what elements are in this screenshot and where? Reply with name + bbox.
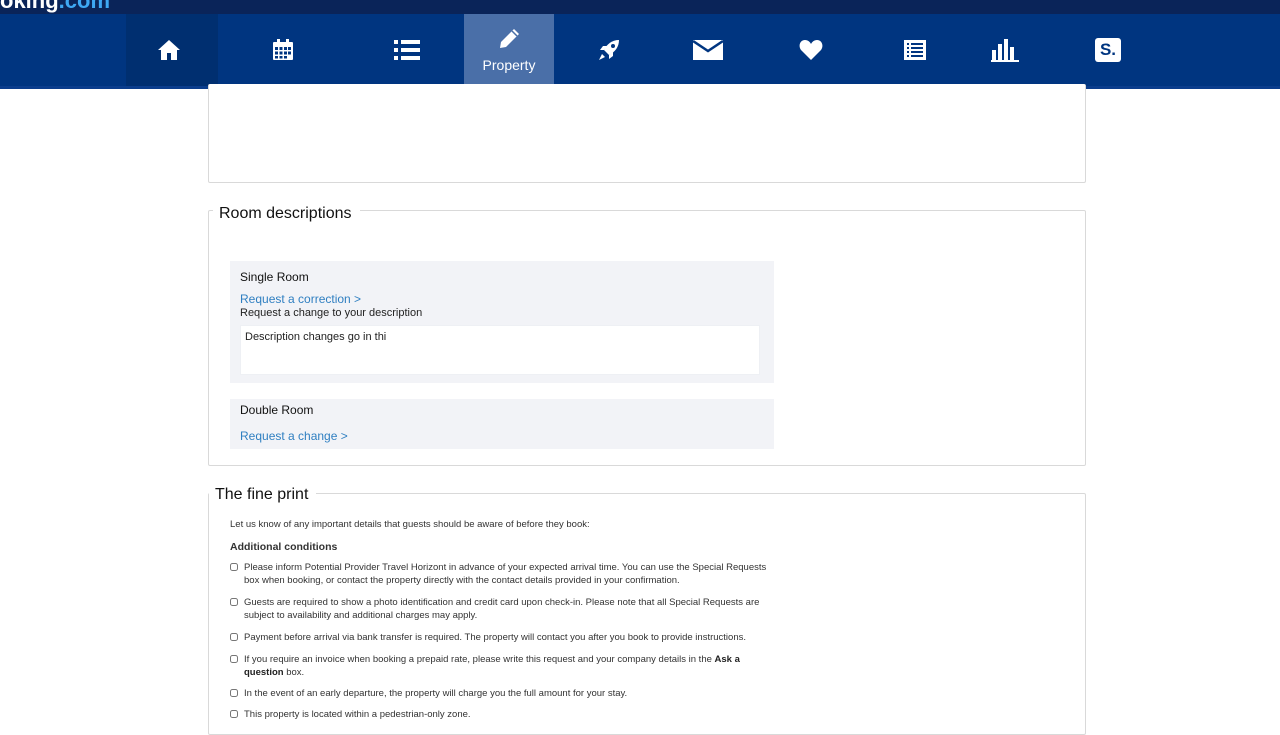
nav-item-list[interactable] — [362, 14, 452, 86]
condition-text: Payment before arrival via bank transfer… — [244, 632, 746, 643]
nav-item-analytics[interactable] — [960, 14, 1050, 86]
logo-text: oking — [0, 0, 59, 13]
condition-item: This property is located within a pedest… — [230, 708, 778, 721]
description-change-textarea[interactable] — [240, 325, 760, 375]
rocket-icon — [597, 38, 621, 62]
condition-item: Guests are required to show a photo iden… — [230, 596, 778, 622]
nav-label-property: Property — [482, 57, 536, 73]
condition-checkbox[interactable] — [230, 563, 238, 571]
condition-text: This property is located within a pedest… — [244, 709, 471, 720]
condition-checkbox[interactable] — [230, 689, 238, 697]
condition-text: In the event of an early departure, the … — [244, 688, 628, 699]
condition-item: Please inform Potential Provider Travel … — [230, 561, 778, 587]
brand-logo[interactable]: oking.com — [0, 0, 110, 14]
nav-item-property[interactable]: Property — [464, 14, 554, 86]
room-name: Double Room — [240, 403, 314, 417]
condition-item: In the event of an early departure, the … — [230, 687, 778, 700]
additional-conditions-heading: Additional conditions — [230, 541, 338, 553]
nav-item-reviews[interactable] — [766, 14, 856, 86]
condition-checkbox[interactable] — [230, 655, 238, 663]
room-descriptions-title: Room descriptions — [213, 205, 360, 223]
fine-print-title: The fine print — [209, 486, 317, 504]
room-card-double: Double Room Request a change > — [230, 399, 774, 449]
fine-print-intro: Let us know of any important details tha… — [230, 519, 590, 530]
nav-item-s-app[interactable]: S. — [1063, 14, 1153, 86]
s-badge-icon: S. — [1095, 38, 1121, 62]
condition-text: Guests are required to show a photo iden… — [244, 597, 760, 621]
condition-item: Payment before arrival via bank transfer… — [230, 631, 778, 644]
home-icon — [157, 39, 181, 61]
nav-item-home[interactable] — [124, 14, 214, 86]
calendar-icon — [272, 39, 294, 61]
nav-item-inbox[interactable] — [663, 14, 753, 86]
envelope-icon — [693, 40, 723, 60]
condition-checkbox[interactable] — [230, 710, 238, 718]
condition-text-part: If you require an invoice when booking a… — [244, 654, 715, 665]
room-change-hint: Request a change to your description — [240, 307, 423, 319]
condition-checkbox[interactable] — [230, 598, 238, 606]
nav-item-promotions[interactable] — [564, 14, 654, 86]
document-list-icon — [904, 40, 926, 60]
condition-text-part: box. — [283, 667, 305, 678]
top-brand-bar: oking.com — [0, 0, 1280, 14]
request-correction-link[interactable]: Request a correction > — [240, 292, 361, 306]
request-change-link[interactable]: Request a change > — [240, 429, 348, 443]
logo-suffix: .com — [58, 0, 111, 13]
room-name: Single Room — [240, 270, 309, 284]
heart-icon — [799, 39, 823, 61]
list-icon — [394, 39, 420, 61]
bar-chart-icon — [991, 38, 1019, 62]
condition-item: If you require an invoice when booking a… — [230, 653, 778, 679]
pencil-icon — [497, 27, 521, 51]
s-badge-text: S. — [1099, 40, 1117, 59]
condition-text: If you require an invoice when booking a… — [244, 653, 778, 679]
nav-item-finance[interactable] — [870, 14, 960, 86]
condition-checkbox[interactable] — [230, 633, 238, 641]
condition-text: Please inform Potential Provider Travel … — [244, 562, 767, 586]
previous-section-panel — [208, 84, 1086, 183]
nav-item-calendar[interactable] — [238, 14, 328, 86]
